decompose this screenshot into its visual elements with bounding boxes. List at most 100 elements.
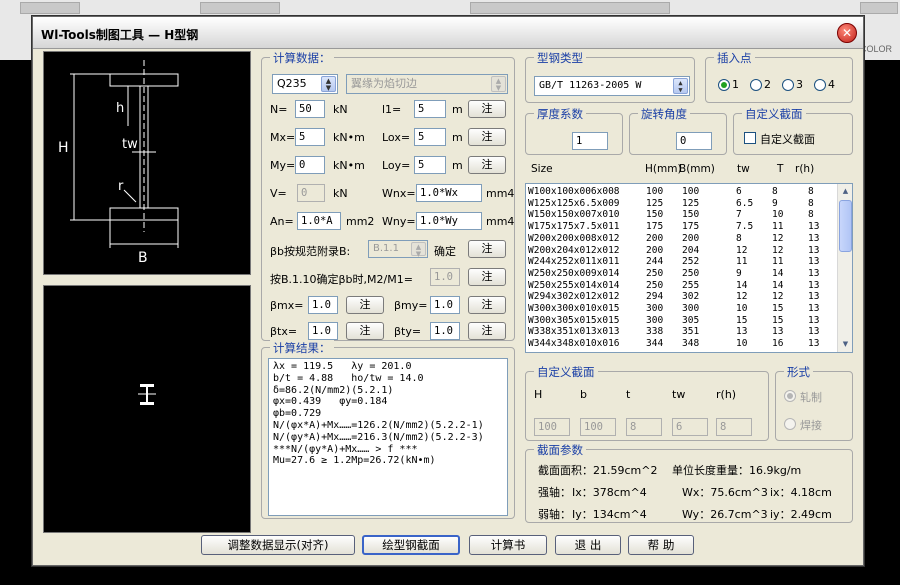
list-cell: 252 — [682, 256, 700, 268]
list-cell: 12 — [772, 291, 784, 303]
chevron-updown-icon: ▲ ▼ — [321, 76, 336, 92]
draw-section-button[interactable]: 绘型钢截面 — [362, 535, 460, 555]
param-Wx: Wx：75.6cm^3 — [682, 486, 768, 499]
unit-kNm: kN•m — [333, 159, 365, 172]
label-tw: tw — [122, 137, 138, 152]
list-cell: 11 — [772, 256, 784, 268]
list-item[interactable]: W244x252x011x011 244 252 11 11 13 — [526, 256, 838, 268]
label-h: h — [116, 101, 124, 116]
param-weak-label: 弱轴： — [538, 508, 571, 521]
list-cell: 250 — [682, 267, 700, 279]
Loy-input[interactable]: 5 — [414, 156, 446, 174]
note-Loy-button[interactable]: 注 — [468, 156, 506, 174]
beta-my-input[interactable]: 1.0 — [430, 296, 460, 314]
align-display-button[interactable]: 调整数据显示(对齐) — [201, 535, 355, 555]
Mx-input[interactable]: 5 — [295, 128, 325, 146]
exit-button[interactable]: 退 出 — [555, 535, 621, 555]
rotation-group: 旋转角度 0 — [629, 106, 727, 155]
list-cell: 125 — [646, 197, 664, 209]
list-item[interactable]: W250x250x009x014 250 250 9 14 13 — [526, 268, 838, 280]
custom-section-toggle-group: 自定义截面 自定义截面 — [733, 106, 853, 155]
An-input[interactable]: 1.0*A — [297, 212, 341, 230]
Lox-input[interactable]: 5 — [414, 128, 446, 146]
Wnx-input[interactable]: 1.0*Wx — [416, 184, 482, 202]
label-beta-tx: βtx= — [270, 325, 298, 338]
beta-ty-input[interactable]: 1.0 — [430, 322, 460, 340]
list-cell: 351 — [682, 326, 700, 338]
rotation-label: 旋转角度 — [638, 106, 690, 122]
list-item[interactable]: W200x200x008x012 200 200 8 12 13 — [526, 233, 838, 245]
list-cell: 294 — [646, 291, 664, 303]
scroll-up-icon[interactable]: ▲ — [839, 185, 852, 198]
list-cell: 348 — [682, 338, 700, 350]
help-button[interactable]: 帮 助 — [628, 535, 694, 555]
list-cell: 255 — [682, 279, 700, 291]
list-item[interactable]: W150x150x007x010 150 150 7 10 8 — [526, 209, 838, 221]
list-cell: 9 — [772, 197, 778, 209]
list-cell: 8 — [808, 197, 814, 209]
title-bar[interactable]: Wl-Tools制图工具 — H型钢 ✕ — [33, 17, 863, 49]
list-item[interactable]: W294x302x012x012 294 302 12 12 13 — [526, 291, 838, 303]
list-item[interactable]: W344x348x010x016 344 348 10 16 13 — [526, 338, 838, 350]
beta-mx-input[interactable]: 1.0 — [308, 296, 338, 314]
scroll-thumb[interactable] — [839, 200, 852, 252]
note-beta-ty-button[interactable]: 注 — [468, 322, 506, 340]
list-cell: W338x351x013x013 — [528, 326, 620, 338]
form-radio-rolled — [784, 390, 796, 402]
section-listbox[interactable]: W100x100x006x008 100 100 6 8 8 W125x125x6.5x00… — [525, 183, 853, 353]
note-Lox-button[interactable]: 注 — [468, 128, 506, 146]
steel-grade-select[interactable]: Q235 ▲ ▼ — [272, 74, 338, 94]
Wny-input[interactable]: 1.0*Wy — [416, 212, 482, 230]
thickness-input[interactable]: 1 — [572, 132, 608, 150]
note-beta-b-button[interactable]: 注 — [468, 240, 506, 258]
note-beta-my-button[interactable]: 注 — [468, 296, 506, 314]
insert-point-radio-2[interactable] — [750, 79, 762, 91]
list-item[interactable]: W338x351x013x013 338 351 13 13 13 — [526, 326, 838, 338]
custom-section-group: 自定义截面 H b t tw r(h) 100 100 8 6 8 — [525, 364, 769, 441]
list-cell: W300x300x010x015 — [528, 303, 620, 314]
list-scrollbar[interactable]: ▲ ▼ — [837, 184, 852, 352]
note-beta-tx-button[interactable]: 注 — [346, 322, 384, 340]
close-button[interactable]: ✕ — [837, 23, 857, 43]
note-b110-button[interactable]: 注 — [468, 268, 506, 286]
M2M1-input: 1.0 — [430, 268, 460, 286]
l1-input[interactable]: 5 — [414, 100, 446, 118]
rotation-input[interactable]: 0 — [676, 132, 712, 150]
beta-tx-input[interactable]: 1.0 — [308, 322, 338, 340]
list-item[interactable]: W300x305x015x015 300 305 15 15 13 — [526, 315, 838, 327]
note-beta-mx-button[interactable]: 注 — [346, 296, 384, 314]
list-cell: 100 — [682, 186, 700, 197]
list-cell: 15 — [736, 314, 748, 326]
list-item[interactable]: W125x125x6.5x009 125 125 6.5 9 8 — [526, 198, 838, 210]
N-input[interactable]: 50 — [295, 100, 325, 118]
label-Wnx: Wnx= — [382, 187, 416, 200]
results-textarea[interactable]: λx = 119.5 λy = 201.0 b/t = 4.88 ho/tw =… — [268, 358, 508, 516]
list-cell: W200x204x012x012 — [528, 244, 620, 256]
custom-section-checkbox[interactable] — [744, 132, 756, 144]
custom-header-r: r(h) — [716, 388, 737, 401]
scroll-down-icon[interactable]: ▼ — [839, 338, 852, 351]
section-type-select[interactable]: GB/T 11263-2005 W ▲ ▼ — [534, 76, 690, 96]
note-l1-button[interactable]: 注 — [468, 100, 506, 118]
calc-book-button[interactable]: 计算书 — [469, 535, 547, 555]
list-item[interactable]: W300x300x010x015 300 300 10 15 13 — [526, 303, 838, 315]
list-cell: 344 — [646, 338, 664, 350]
list-cell: 10 — [736, 303, 748, 314]
insert-point-radio-4[interactable] — [814, 79, 826, 91]
list-item[interactable]: W100x100x006x008 100 100 6 8 8 — [526, 186, 838, 198]
param-ix: ix：4.18cm — [770, 486, 832, 499]
list-cell: 250 — [646, 267, 664, 279]
list-item[interactable]: W200x204x012x012 200 204 12 12 13 — [526, 245, 838, 257]
list-item[interactable]: W175x175x7.5x011 175 175 7.5 11 13 — [526, 221, 838, 233]
cad-toolbar-ghost — [470, 2, 670, 14]
label-N: N= — [270, 103, 288, 116]
list-cell: 13 — [808, 291, 820, 303]
insert-point-radio-3[interactable] — [782, 79, 794, 91]
section-preview — [43, 285, 251, 533]
beta-b-select: B.1.1 ▲ ▼ — [368, 240, 428, 258]
insert-point-radio-1[interactable] — [718, 79, 730, 91]
list-item[interactable]: W250x255x014x014 250 255 14 14 13 — [526, 280, 838, 292]
My-input[interactable]: 0 — [295, 156, 325, 174]
label-beta-b: βb按规范附录B: — [270, 245, 351, 258]
list-cell: 13 — [808, 303, 820, 314]
